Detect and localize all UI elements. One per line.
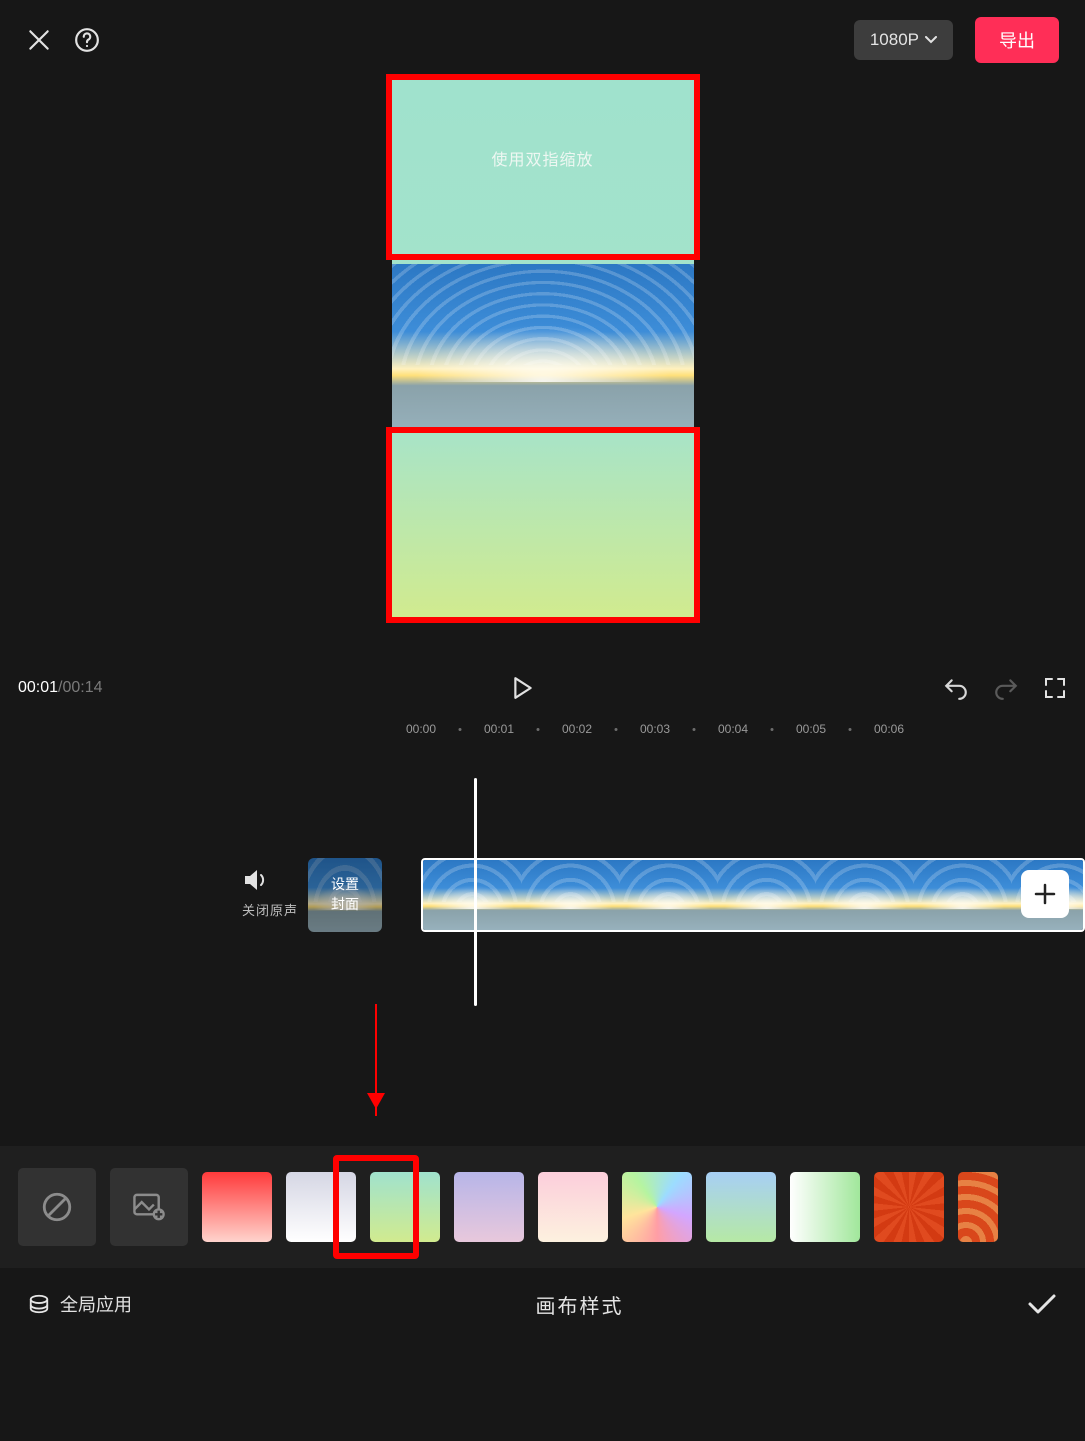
clip-frame [619,860,718,930]
style-sunburst[interactable] [874,1172,944,1242]
pinch-hint: 使用双指缩放 [392,146,694,170]
style-bluegreen-gradient[interactable] [706,1172,776,1242]
preview-frame[interactable]: 使用双指缩放 [392,80,694,617]
undo-button[interactable] [943,676,969,700]
clip-frame [423,860,522,930]
apply-all-label: 全局应用 [60,1291,132,1317]
ruler-dot [615,728,618,731]
set-cover-button[interactable]: 设置 封面 [308,858,382,932]
export-label: 导出 [999,31,1035,51]
ruler-tick: 00:01 [484,722,514,736]
cover-label: 设置 [331,875,359,895]
ruler-tick: 00:04 [718,722,748,736]
check-icon [1027,1292,1057,1316]
chevron-down-icon [925,36,937,44]
fullscreen-button[interactable] [1043,676,1067,700]
ruler-dot [849,728,852,731]
current-time: 00:01 [18,679,58,697]
ruler-dot [537,728,540,731]
confirm-button[interactable] [1027,1292,1057,1316]
style-none[interactable] [18,1168,96,1246]
ruler-tick: 00:05 [796,722,826,736]
redo-button[interactable] [993,676,1019,700]
clip-frame [815,860,914,930]
clip-frame [913,860,1012,930]
help-icon[interactable] [74,27,100,53]
style-greenwhite-gradient[interactable] [790,1172,860,1242]
add-clip-button[interactable] [1021,870,1069,918]
style-lavender-gradient[interactable] [454,1172,524,1242]
image-add-icon [132,1192,166,1222]
layers-icon [28,1293,50,1315]
annotation-arrow [375,1004,377,1116]
ruler-tick: 00:03 [640,722,670,736]
ruler-dot [459,728,462,731]
mute-original-audio[interactable]: 关闭原声 [242,868,298,919]
style-pink-gradient[interactable] [538,1172,608,1242]
style-red-gradient[interactable] [202,1172,272,1242]
style-mint-gradient[interactable] [370,1172,440,1242]
style-custom-image[interactable] [110,1168,188,1246]
style-white-gradient[interactable] [286,1172,356,1242]
preview-area[interactable]: 使用双指缩放 [0,80,1085,660]
ruler-tick: 00:02 [562,722,592,736]
speaker-icon [242,868,270,892]
preview-media [392,264,694,433]
cover-label: 封面 [331,895,359,915]
plus-icon [1033,882,1057,906]
ruler-dot [693,728,696,731]
export-button[interactable]: 导出 [975,17,1059,63]
ruler-dot [771,728,774,731]
none-icon [40,1190,74,1224]
clip-frame [717,860,816,930]
canvas-bg-top: 使用双指缩放 [392,80,694,264]
playhead[interactable] [474,778,477,1006]
duration: 00:14 [63,679,103,697]
resolution-button[interactable]: 1080P [854,20,953,60]
panel-title: 画布样式 [132,1290,1027,1319]
timeline-ruler[interactable]: 00:00 00:01 00:02 00:03 00:04 00:05 00:0… [0,716,1085,746]
timeline[interactable]: 关闭原声 设置 封面 [0,746,1085,1146]
ruler-tick: 00:00 [406,722,436,736]
canvas-bg-bottom [392,433,694,617]
video-clip[interactable] [421,858,1085,932]
apply-all-button[interactable]: 全局应用 [28,1291,132,1317]
clip-frame [521,860,620,930]
canvas-style-strip[interactable] [0,1146,1085,1268]
close-icon[interactable] [26,27,52,53]
style-rainbow[interactable] [622,1172,692,1242]
play-button[interactable] [512,676,534,700]
ruler-tick: 00:06 [874,722,904,736]
mute-label: 关闭原声 [242,900,298,919]
resolution-label: 1080P [870,30,919,50]
style-wave[interactable] [958,1172,998,1242]
